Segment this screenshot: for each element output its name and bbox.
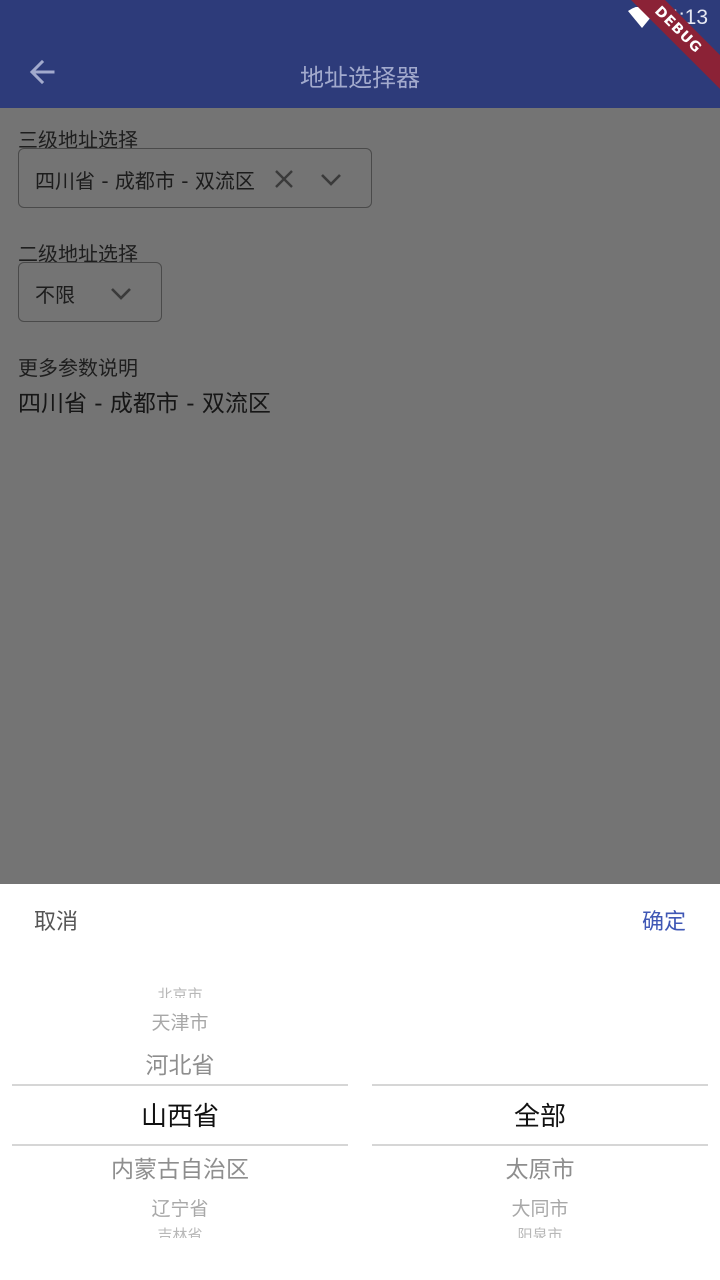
confirm-button[interactable]: 确定 <box>642 904 686 936</box>
province-item[interactable]: 吉林省 <box>12 1224 348 1238</box>
selection-top-line <box>372 1084 708 1086</box>
three-level-value: 四川省 - 成都市 - 双流区 <box>35 169 255 193</box>
page-title: 地址选择器 <box>300 64 420 92</box>
selection-bottom-line <box>372 1144 708 1146</box>
close-icon[interactable] <box>273 168 295 190</box>
selection-bottom-line <box>12 1144 348 1146</box>
more-params-value: 四川省 - 成都市 - 双流区 <box>18 391 271 417</box>
province-item[interactable]: 辽宁省 <box>12 1194 348 1221</box>
address-picker-sheet: 取消 确定 北京市 天津市 河北省 山西省 内蒙古自治区 辽宁省 吉林省 全部 … <box>0 884 720 1280</box>
status-bar: 4:13 <box>0 0 720 36</box>
province-item[interactable]: 河北省 <box>12 1046 348 1080</box>
cancel-button[interactable]: 取消 <box>34 904 78 936</box>
selection-top-line <box>12 1084 348 1086</box>
three-level-select[interactable]: 四川省 - 成都市 - 双流区 <box>18 148 372 208</box>
province-wheel[interactable]: 北京市 天津市 河北省 山西省 内蒙古自治区 辽宁省 吉林省 <box>12 980 348 1238</box>
city-wheel[interactable]: 全部 太原市 大同市 阳泉市 <box>372 980 708 1238</box>
province-item-selected[interactable]: 山西省 <box>12 1096 348 1133</box>
page-content: 三级地址选择 四川省 - 成都市 - 双流区 二级地址选择 不限 更多参数说明 … <box>0 108 720 884</box>
province-item[interactable]: 天津市 <box>12 1008 348 1035</box>
province-item[interactable]: 内蒙古自治区 <box>12 1150 348 1184</box>
more-params-label: 更多参数说明 <box>18 356 138 380</box>
city-item[interactable]: 阳泉市 <box>372 1224 708 1238</box>
province-item[interactable]: 北京市 <box>12 984 348 998</box>
city-item[interactable]: 大同市 <box>372 1194 708 1221</box>
chevron-down-icon[interactable] <box>109 281 133 305</box>
two-level-select[interactable]: 不限 <box>18 262 162 322</box>
two-level-value: 不限 <box>35 283 75 307</box>
app-bar: 4:13 地址选择器 DEBUG <box>0 0 720 108</box>
city-item[interactable]: 太原市 <box>372 1150 708 1184</box>
city-item-selected[interactable]: 全部 <box>372 1096 708 1133</box>
chevron-down-icon[interactable] <box>319 167 343 191</box>
